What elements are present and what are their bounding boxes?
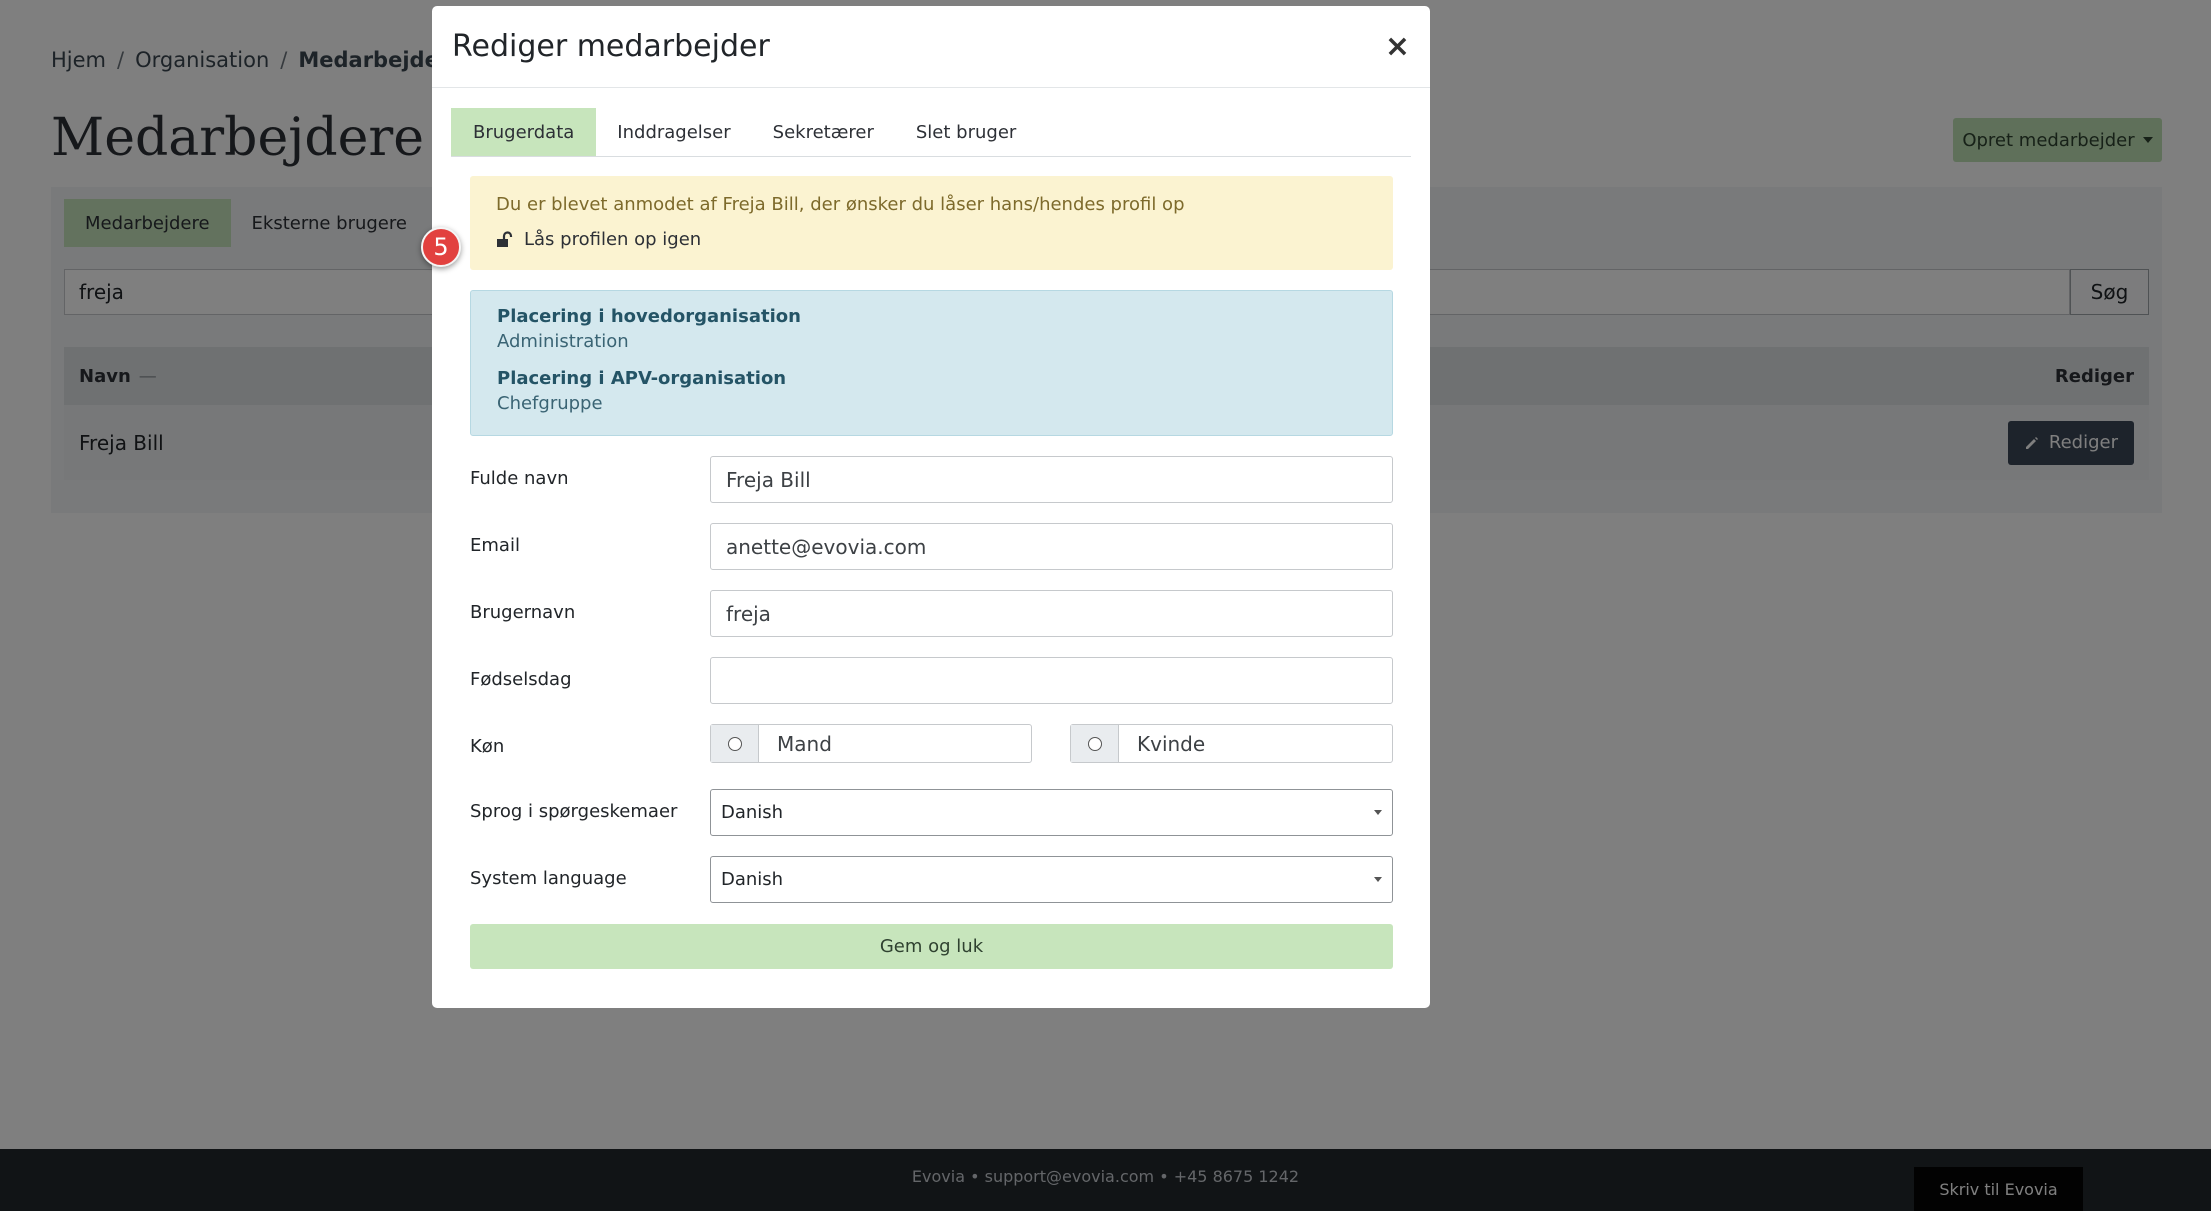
birthday-field[interactable] bbox=[710, 657, 1393, 704]
email-row: Email anette@evovia.com bbox=[470, 523, 1393, 570]
survey-language-select[interactable]: Danish bbox=[710, 789, 1393, 836]
tab-involvements[interactable]: Inddragelser bbox=[596, 108, 751, 156]
email-field[interactable]: anette@evovia.com bbox=[710, 523, 1393, 570]
modal-title: Rediger medarbejder bbox=[452, 29, 770, 64]
gender-male-option[interactable]: Mand bbox=[710, 724, 1032, 763]
gender-female-label: Kvinde bbox=[1137, 731, 1206, 756]
system-language-select[interactable]: Danish bbox=[710, 856, 1393, 903]
main-org-value: Administration bbox=[497, 331, 629, 352]
birthday-row: Fødselsdag bbox=[470, 657, 1393, 704]
birthday-label: Fødselsdag bbox=[470, 669, 572, 690]
gender-female-option[interactable]: Kvinde bbox=[1070, 724, 1393, 763]
full-name-field[interactable]: Freja Bill bbox=[710, 456, 1393, 503]
modal-tabs: Brugerdata Inddragelser Sekretærer Slet … bbox=[451, 108, 1411, 157]
full-name-row: Fulde navn Freja Bill bbox=[470, 456, 1393, 503]
system-language-value: Danish bbox=[721, 869, 784, 890]
tab-user-data[interactable]: Brugerdata bbox=[451, 108, 597, 156]
tab-delete-user[interactable]: Slet bruger bbox=[895, 108, 1037, 156]
survey-language-value: Danish bbox=[721, 802, 784, 823]
chevron-down-icon bbox=[1374, 810, 1382, 815]
username-row: Brugernavn freja bbox=[470, 590, 1393, 637]
survey-language-label: Sprog i spørgeskemaer bbox=[470, 801, 678, 822]
system-language-label: System language bbox=[470, 868, 627, 889]
gender-row: Køn Mand Kvinde bbox=[470, 724, 1393, 763]
main-org-label: Placering i hovedorganisation bbox=[497, 306, 801, 327]
email-label: Email bbox=[470, 535, 520, 556]
radio-male[interactable] bbox=[727, 736, 742, 751]
unlock-profile-label: Lås profilen op igen bbox=[524, 229, 702, 250]
apv-org-label: Placering i APV-organisation bbox=[497, 368, 787, 389]
survey-language-row: Sprog i spørgeskemaer Danish bbox=[470, 789, 1393, 836]
gender-label: Køn bbox=[470, 736, 505, 757]
close-icon[interactable]: × bbox=[1385, 31, 1410, 62]
system-language-row: System language Danish bbox=[470, 856, 1393, 903]
placement-info: Placering i hovedorganisation Administra… bbox=[470, 290, 1393, 436]
unlock-request-alert: Du er blevet anmodet af Freja Bill, der … bbox=[470, 176, 1393, 270]
unlock-request-message: Du er blevet anmodet af Freja Bill, der … bbox=[496, 194, 1185, 215]
unlock-profile-link[interactable]: Lås profilen op igen bbox=[496, 229, 1367, 250]
unlock-icon bbox=[497, 230, 513, 247]
step-badge: 5 bbox=[421, 227, 461, 267]
tab-secretaries[interactable]: Sekretærer bbox=[752, 108, 895, 156]
username-field[interactable]: freja bbox=[710, 590, 1393, 637]
apv-org-value: Chefgruppe bbox=[497, 393, 603, 414]
chevron-down-icon bbox=[1374, 877, 1382, 882]
username-label: Brugernavn bbox=[470, 602, 576, 623]
save-and-close-button[interactable]: Gem og luk bbox=[470, 924, 1393, 969]
full-name-label: Fulde navn bbox=[470, 468, 569, 489]
radio-female[interactable] bbox=[1087, 736, 1102, 751]
modal-header: Rediger medarbejder × bbox=[432, 6, 1430, 88]
gender-male-label: Mand bbox=[777, 731, 832, 756]
edit-employee-modal: Rediger medarbejder × Brugerdata Inddrag… bbox=[432, 6, 1430, 1008]
